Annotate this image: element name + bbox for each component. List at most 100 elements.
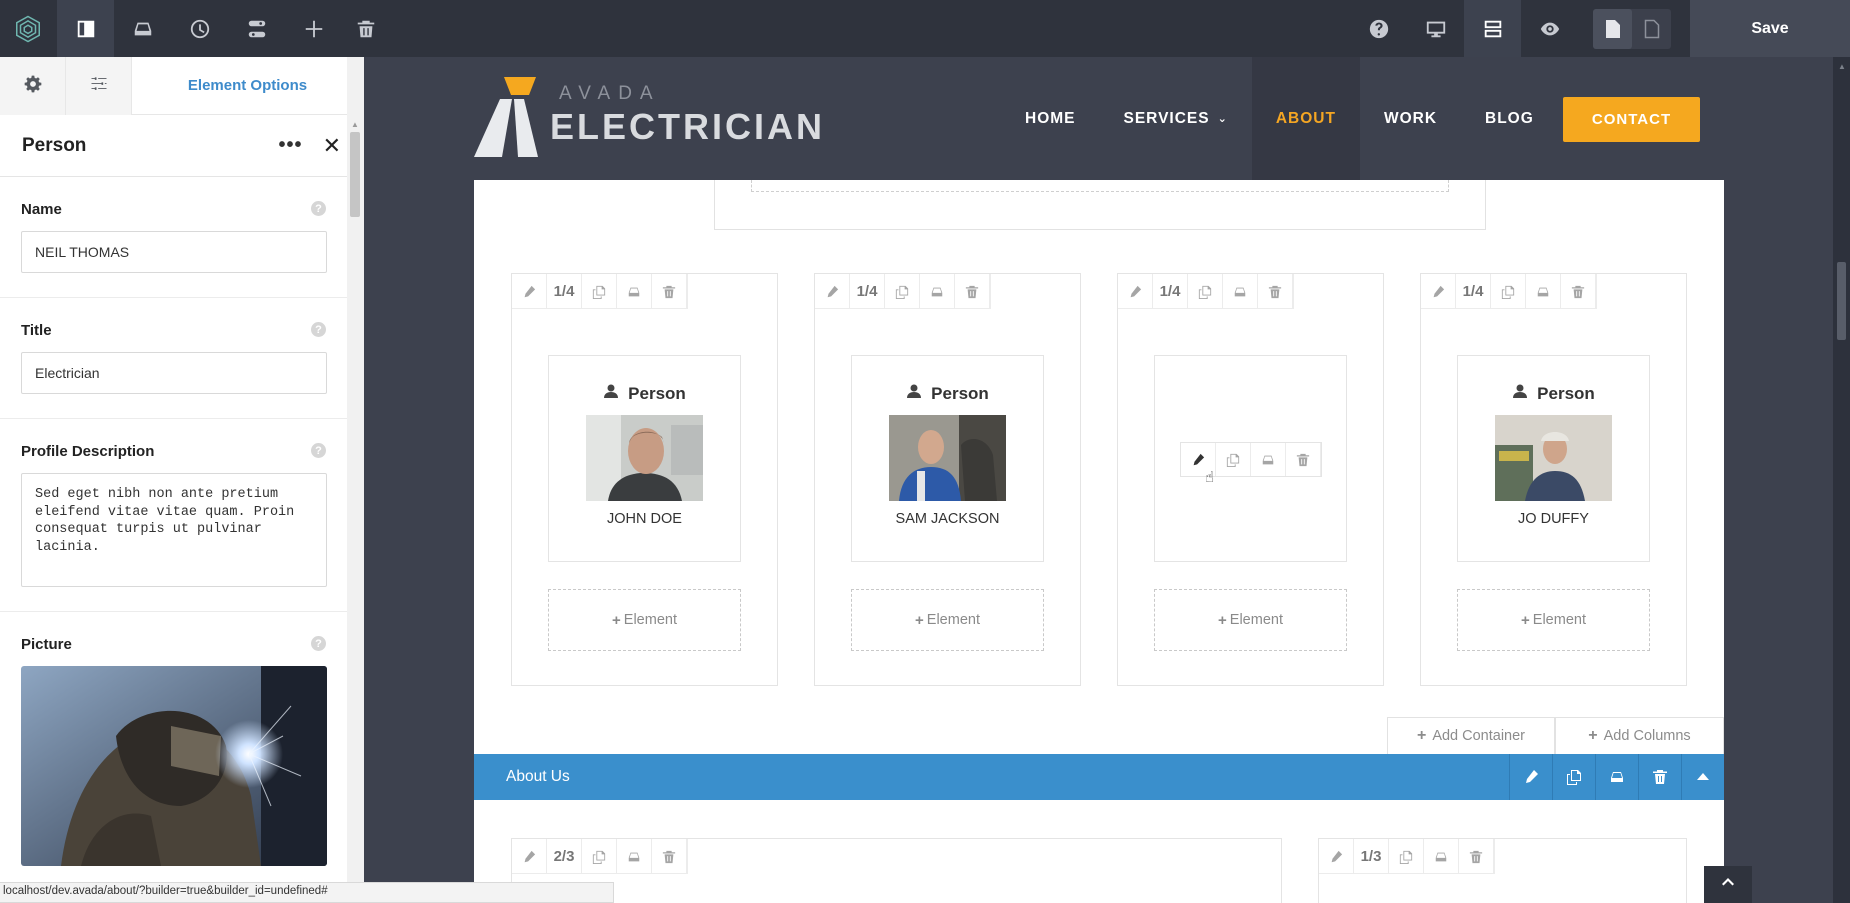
library-icon[interactable] bbox=[920, 274, 955, 309]
library-icon[interactable] bbox=[1424, 839, 1459, 874]
back-to-top-button[interactable] bbox=[1704, 866, 1752, 903]
settings-toggle-icon[interactable] bbox=[228, 0, 285, 57]
trash-icon[interactable] bbox=[1258, 274, 1293, 309]
container-bar-about[interactable]: About Us bbox=[474, 754, 1724, 800]
avada-logo-icon[interactable] bbox=[0, 0, 56, 57]
site-header: AVADA ELECTRICIAN HOME SERVICES ⌄ ABOUT W… bbox=[364, 57, 1833, 180]
clone-icon[interactable] bbox=[1389, 839, 1424, 874]
preview-scrollbar[interactable]: ▲ bbox=[1833, 57, 1850, 903]
clone-icon[interactable] bbox=[1552, 754, 1595, 800]
nav-services[interactable]: SERVICES ⌄ bbox=[1100, 57, 1252, 180]
column-1[interactable]: 1/4 Person JOHN DOE + Element bbox=[511, 273, 778, 686]
library-icon[interactable] bbox=[1223, 274, 1258, 309]
description-textarea[interactable]: Sed eget nibh non ante pretium eleifend … bbox=[21, 473, 327, 587]
trash-icon[interactable] bbox=[652, 274, 687, 309]
help-icon[interactable]: ? bbox=[311, 636, 326, 651]
column-4[interactable]: 1/4 Person JO DUFFY + Element bbox=[1420, 273, 1687, 686]
add-icon[interactable] bbox=[285, 0, 342, 57]
column-one-third[interactable]: 1/3 bbox=[1318, 838, 1687, 903]
person-element[interactable]: Person SAM JACKSON bbox=[851, 355, 1044, 562]
add-element-button[interactable]: + Element bbox=[851, 589, 1044, 651]
help-icon[interactable]: ? bbox=[311, 201, 326, 216]
person-name: JO DUFFY bbox=[1518, 511, 1589, 527]
column-size[interactable]: 1/4 bbox=[850, 274, 885, 309]
column-3[interactable]: 1/4 ☝ + Element bbox=[1117, 273, 1384, 686]
column-size[interactable]: 1/4 bbox=[1456, 274, 1491, 309]
clone-icon[interactable] bbox=[885, 274, 920, 309]
close-icon[interactable]: ✕ bbox=[323, 133, 341, 159]
desktop-icon[interactable] bbox=[1407, 0, 1464, 57]
scrollbar-thumb[interactable] bbox=[350, 132, 360, 217]
library-icon[interactable] bbox=[1251, 443, 1286, 476]
nav-about[interactable]: ABOUT bbox=[1251, 57, 1360, 180]
clone-icon[interactable] bbox=[1216, 443, 1251, 476]
history-icon[interactable] bbox=[171, 0, 228, 57]
add-element-button[interactable]: + Element bbox=[1457, 589, 1650, 651]
page-icon[interactable] bbox=[1593, 9, 1632, 49]
element-options-sidebar: Element Options Person ••• ✕ Name? NEIL … bbox=[0, 57, 364, 903]
library-icon[interactable] bbox=[1526, 274, 1561, 309]
person-element[interactable]: Person JOHN DOE bbox=[548, 355, 741, 562]
name-input[interactable]: NEIL THOMAS bbox=[21, 231, 327, 273]
trash-icon[interactable] bbox=[652, 839, 687, 874]
add-element-button[interactable]: + Element bbox=[1154, 589, 1347, 651]
edit-icon[interactable] bbox=[1319, 839, 1354, 874]
trash-icon[interactable] bbox=[955, 274, 990, 309]
help-icon[interactable]: ? bbox=[311, 322, 326, 337]
add-columns-button[interactable]: + Add Columns bbox=[1555, 717, 1724, 754]
sidebar-scrollbar[interactable]: ▲ bbox=[347, 57, 364, 903]
tab-element-options[interactable]: Element Options bbox=[132, 57, 363, 114]
clone-icon[interactable] bbox=[1188, 274, 1223, 309]
scroll-up-icon[interactable]: ▲ bbox=[351, 120, 359, 129]
tab-settings[interactable] bbox=[0, 57, 66, 115]
trash-icon[interactable] bbox=[1459, 839, 1494, 874]
edit-icon[interactable] bbox=[1421, 274, 1456, 309]
column-size[interactable]: 1/4 bbox=[547, 274, 582, 309]
edit-icon[interactable] bbox=[512, 274, 547, 309]
more-options-icon[interactable]: ••• bbox=[279, 134, 303, 157]
column-size[interactable]: 2/3 bbox=[547, 839, 582, 874]
nav-home[interactable]: HOME bbox=[1001, 57, 1100, 180]
help-icon[interactable] bbox=[1350, 0, 1407, 57]
site-logo[interactable]: AVADA ELECTRICIAN bbox=[474, 77, 822, 157]
trash-icon[interactable] bbox=[1286, 443, 1321, 476]
person-element-hovered[interactable]: ☝ bbox=[1154, 355, 1347, 562]
user-icon bbox=[1512, 383, 1537, 404]
library-icon[interactable] bbox=[617, 274, 652, 309]
scrollbar-thumb[interactable] bbox=[1837, 262, 1846, 340]
column-2[interactable]: 1/4 Person SAM JACKSON + Element bbox=[814, 273, 1081, 686]
edit-icon[interactable] bbox=[1509, 754, 1552, 800]
preview-icon[interactable] bbox=[1521, 0, 1578, 57]
title-input[interactable]: Electrician bbox=[21, 352, 327, 394]
add-element-button[interactable]: + Element bbox=[548, 589, 741, 651]
clone-icon[interactable] bbox=[1491, 274, 1526, 309]
column-two-thirds[interactable]: 2/3 bbox=[511, 838, 1282, 903]
scroll-up-icon[interactable]: ▲ bbox=[1838, 62, 1846, 71]
person-element[interactable]: Person JO DUFFY bbox=[1457, 355, 1650, 562]
nav-work[interactable]: WORK bbox=[1360, 57, 1461, 180]
clone-icon[interactable] bbox=[582, 839, 617, 874]
add-container-button[interactable]: + Add Container bbox=[1387, 717, 1555, 754]
library-icon[interactable] bbox=[617, 839, 652, 874]
contact-button[interactable]: CONTACT bbox=[1563, 97, 1700, 142]
page-outline-icon[interactable] bbox=[1632, 9, 1671, 49]
clone-icon[interactable] bbox=[582, 274, 617, 309]
edit-icon[interactable] bbox=[1118, 274, 1153, 309]
help-icon[interactable]: ? bbox=[311, 443, 326, 458]
sidebar-toggle-icon[interactable] bbox=[57, 0, 114, 57]
layout-icon[interactable] bbox=[1464, 0, 1521, 57]
trash-icon[interactable] bbox=[1638, 754, 1681, 800]
library-icon[interactable] bbox=[114, 0, 171, 57]
edit-icon[interactable] bbox=[815, 274, 850, 309]
tab-sliders[interactable] bbox=[66, 57, 132, 115]
trash-icon[interactable] bbox=[337, 0, 394, 57]
column-size[interactable]: 1/3 bbox=[1354, 839, 1389, 874]
picture-preview[interactable] bbox=[21, 666, 327, 866]
nav-blog[interactable]: BLOG bbox=[1461, 57, 1558, 180]
edit-icon[interactable] bbox=[512, 839, 547, 874]
column-size[interactable]: 1/4 bbox=[1153, 274, 1188, 309]
save-button[interactable]: Save bbox=[1690, 0, 1850, 57]
library-icon[interactable] bbox=[1595, 754, 1638, 800]
trash-icon[interactable] bbox=[1561, 274, 1596, 309]
collapse-icon[interactable] bbox=[1681, 754, 1724, 800]
